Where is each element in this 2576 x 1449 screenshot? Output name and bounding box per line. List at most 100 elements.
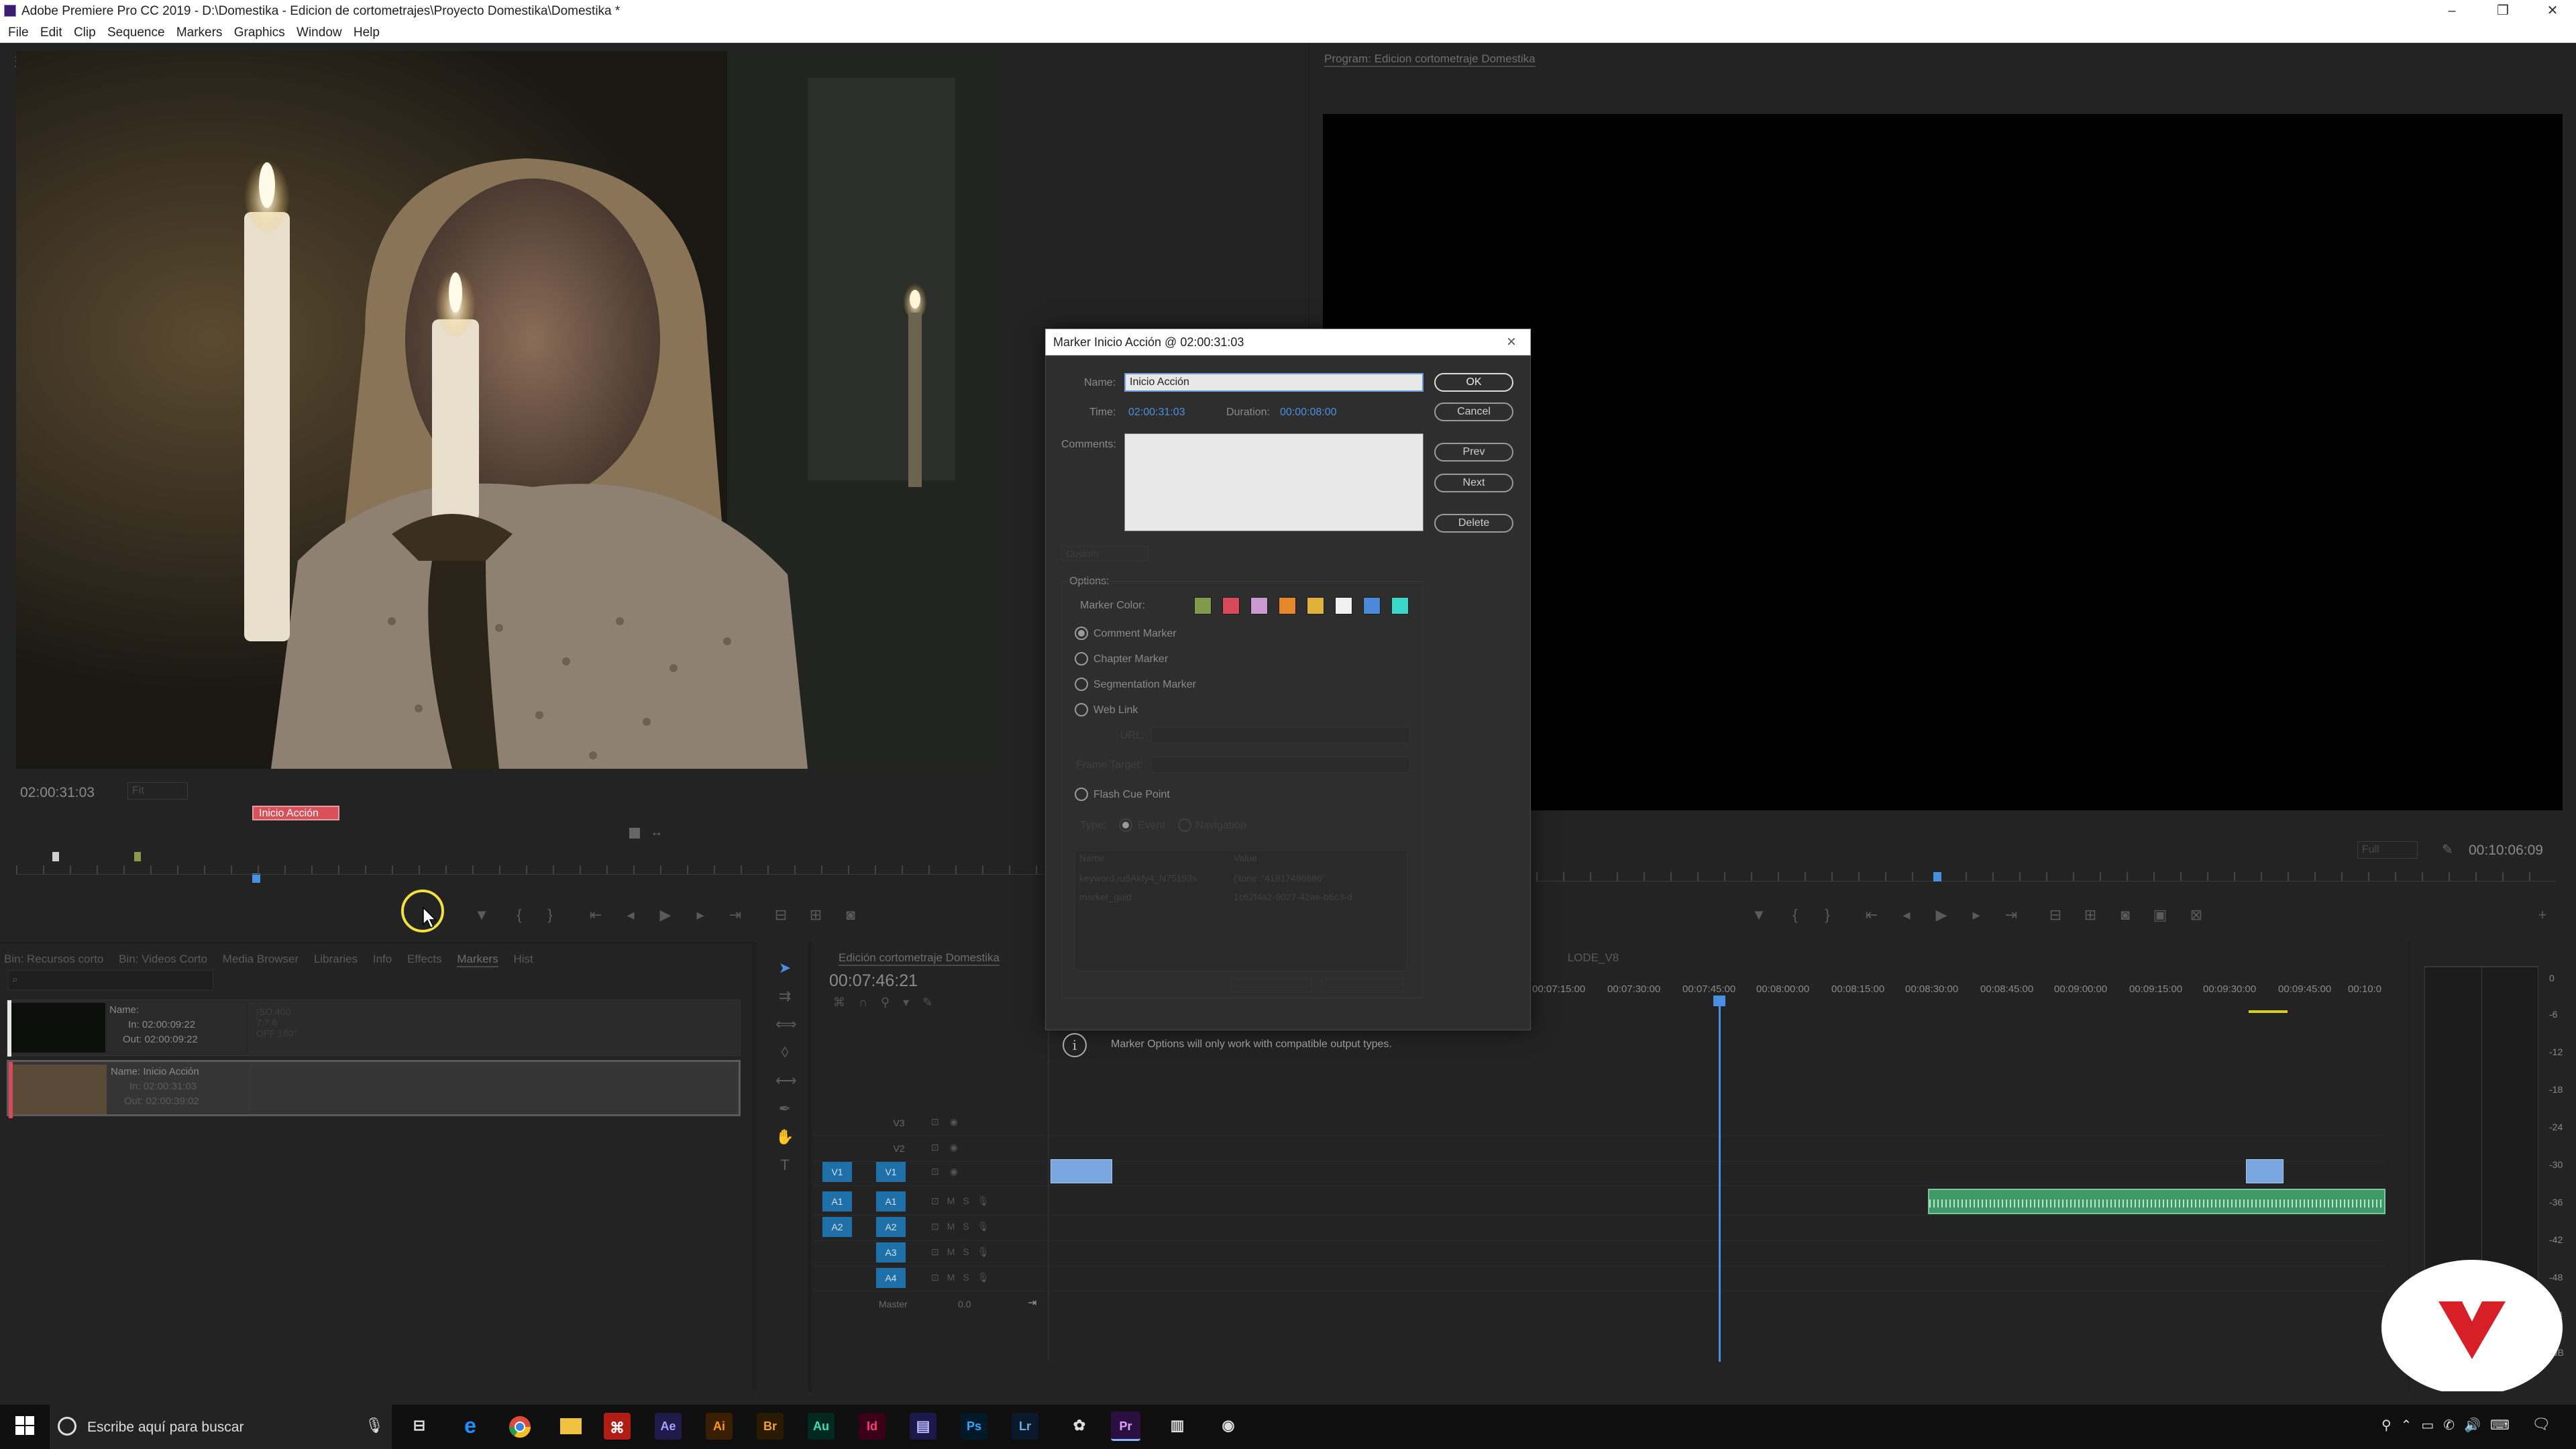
source-patch-a2[interactable]: A2 [822,1217,852,1237]
source-fit-dropdown[interactable]: Fit [127,782,188,800]
comment-marker-radio[interactable] [1075,627,1088,640]
program-step-back-button[interactable]: ◂ [1893,902,1920,928]
work-area-marker[interactable] [2249,1010,2288,1013]
web-link-radio[interactable] [1075,703,1088,716]
go-to-out-button[interactable]: ⇥ [722,902,749,928]
source-patch-a1[interactable]: A1 [822,1191,852,1212]
button-editor-icon[interactable]: + [2529,902,2556,928]
duration-value[interactable]: 00:00:08:00 [1280,407,1337,419]
tab-program[interactable]: Program: Edicion cortometraje Domestika [1324,43,1536,67]
menu-sequence[interactable]: Sequence [107,23,165,40]
audio-clip[interactable] [1928,1189,2385,1214]
tab-sequence[interactable]: Edición cortometraje Domestika [839,942,1000,966]
program-go-to-out-button[interactable]: ⇥ [1998,902,2025,928]
source-marker-label[interactable]: Inicio Acción [252,806,339,820]
tab-bin-recursos[interactable]: Bin: Recursos corto [4,943,103,966]
program-resolution-dropdown[interactable]: Full [2357,841,2418,859]
timeline-playhead[interactable] [1719,1000,1721,1362]
minimize-button[interactable]: – [2428,0,2475,23]
track-toggles[interactable]: ⊡◉ [931,1116,969,1128]
program-go-to-in-button[interactable]: ⇤ [1858,902,1885,928]
obs-icon[interactable]: ◉ [1212,1410,1245,1444]
source-video-frame[interactable] [16,51,996,769]
tab-sequence-2[interactable]: LODE_V8 [1568,942,1619,965]
marker-color-swatch[interactable] [1222,597,1240,614]
master-value[interactable]: 0.0 [958,1299,971,1309]
illustrator-icon[interactable]: Ai [706,1413,733,1440]
pen-tool-icon[interactable]: ✒ [775,1100,794,1119]
wrench-icon[interactable]: ✎ [2442,841,2453,858]
menu-markers[interactable]: Markers [176,23,223,40]
marker-color-swatch[interactable] [1279,597,1296,614]
lightroom-icon[interactable]: Lr [1012,1413,1038,1440]
indesign-icon[interactable]: Id [859,1413,885,1440]
track-label-a1[interactable]: A1 [876,1191,906,1212]
microphone-icon[interactable]: 🎙 [365,1417,384,1434]
marker-color-swatch[interactable] [1335,597,1352,614]
marker-color-swatch[interactable] [1194,597,1212,614]
step-back-button[interactable]: ◂ [617,902,644,928]
tab-history[interactable]: Hist [513,943,533,966]
vr-view-icon[interactable]: ⊠ [2183,902,2210,928]
chrome-icon[interactable] [503,1410,537,1444]
slip-tool-icon[interactable]: ⟷ [775,1072,797,1091]
track-toggles[interactable]: ⊡MS🎙 [931,1246,998,1258]
edge-icon[interactable]: e [453,1410,487,1444]
track-label-v1[interactable]: V1 [876,1162,906,1182]
tab-effects[interactable]: Effects [407,943,442,966]
selection-tool-icon[interactable]: ➤ [775,959,794,978]
marker-icon-white[interactable] [52,852,59,861]
overwrite-button[interactable]: ⊞ [802,902,829,928]
taskbar-search[interactable]: Escribe aquí para buscar 🎙 [50,1405,392,1449]
premiere-taskbar-icon[interactable]: Pr [1111,1411,1140,1441]
marker-comment[interactable]: ISO 400 7.7.6 OFF 180° [249,1003,737,1053]
add-marker-button[interactable]: ▼ [468,902,495,928]
drag-video-icon[interactable] [629,828,640,839]
mark-in-button[interactable]: { [506,902,533,928]
dialog-close-icon[interactable]: × [1507,333,1516,352]
marker-row[interactable]: Name: In: 02:00:09:22 Out: 02:00:09:22 I… [7,1000,741,1057]
timeline-settings-icons[interactable]: ⌘∩⚲▾✎ [833,996,946,1010]
tab-info[interactable]: Info [373,943,392,966]
chapter-marker-radio[interactable] [1075,652,1088,665]
program-step-forward-button[interactable]: ▸ [1963,902,1990,928]
markers-search-input[interactable] [8,970,213,990]
menu-file[interactable]: File [8,23,29,40]
marker-comment[interactable] [250,1065,739,1114]
go-to-end-icon[interactable]: ⇥ [1028,1296,1036,1309]
export-frame-icon[interactable]: ◙ [837,902,864,928]
type-tool-icon[interactable]: T [775,1157,794,1175]
lift-button[interactable]: ⊟ [2042,902,2069,928]
track-toggles[interactable]: ⊡MS🎙 [931,1272,998,1283]
marker-color-swatch[interactable] [1307,597,1324,614]
go-to-in-button[interactable]: ⇤ [582,902,609,928]
davinci-icon[interactable]: ✿ [1063,1410,1096,1444]
track-toggles[interactable]: ⊡◉ [931,1142,969,1153]
track-toggles[interactable]: ⊡MS🎙 [931,1195,998,1207]
delete-button[interactable]: Delete [1434,514,1513,533]
marker-color-swatch[interactable] [1250,597,1268,614]
program-export-frame-icon[interactable]: ◙ [2112,902,2139,928]
track-toggles[interactable]: ⊡MS🎙 [931,1221,998,1232]
hand-tool-icon[interactable]: ✋ [775,1128,794,1147]
ok-button[interactable]: OK [1434,373,1513,392]
program-playhead[interactable] [1933,872,1941,881]
comments-textarea[interactable] [1124,433,1424,531]
tab-markers[interactable]: Markers [457,943,498,967]
flash-cue-radio[interactable] [1075,788,1088,801]
acrobat-icon[interactable]: ⌘ [604,1413,631,1440]
video-clip[interactable] [2246,1159,2284,1183]
marker-color-swatch[interactable] [1363,597,1381,614]
media-encoder-icon[interactable]: ▤ [910,1413,936,1440]
menu-graphics[interactable]: Graphics [234,23,285,40]
track-label-a3[interactable]: A3 [876,1242,906,1263]
file-explorer-icon[interactable] [554,1410,588,1444]
time-value[interactable]: 02:00:31:03 [1128,407,1185,419]
piano-app-icon[interactable]: ▥ [1161,1410,1194,1444]
source-patch-v1[interactable]: V1 [822,1162,852,1182]
menu-window[interactable]: Window [297,23,342,40]
step-forward-button[interactable]: ▸ [687,902,714,928]
cancel-button[interactable]: Cancel [1434,402,1513,421]
photoshop-icon[interactable]: Ps [961,1413,987,1440]
next-button[interactable]: Next [1434,474,1513,492]
